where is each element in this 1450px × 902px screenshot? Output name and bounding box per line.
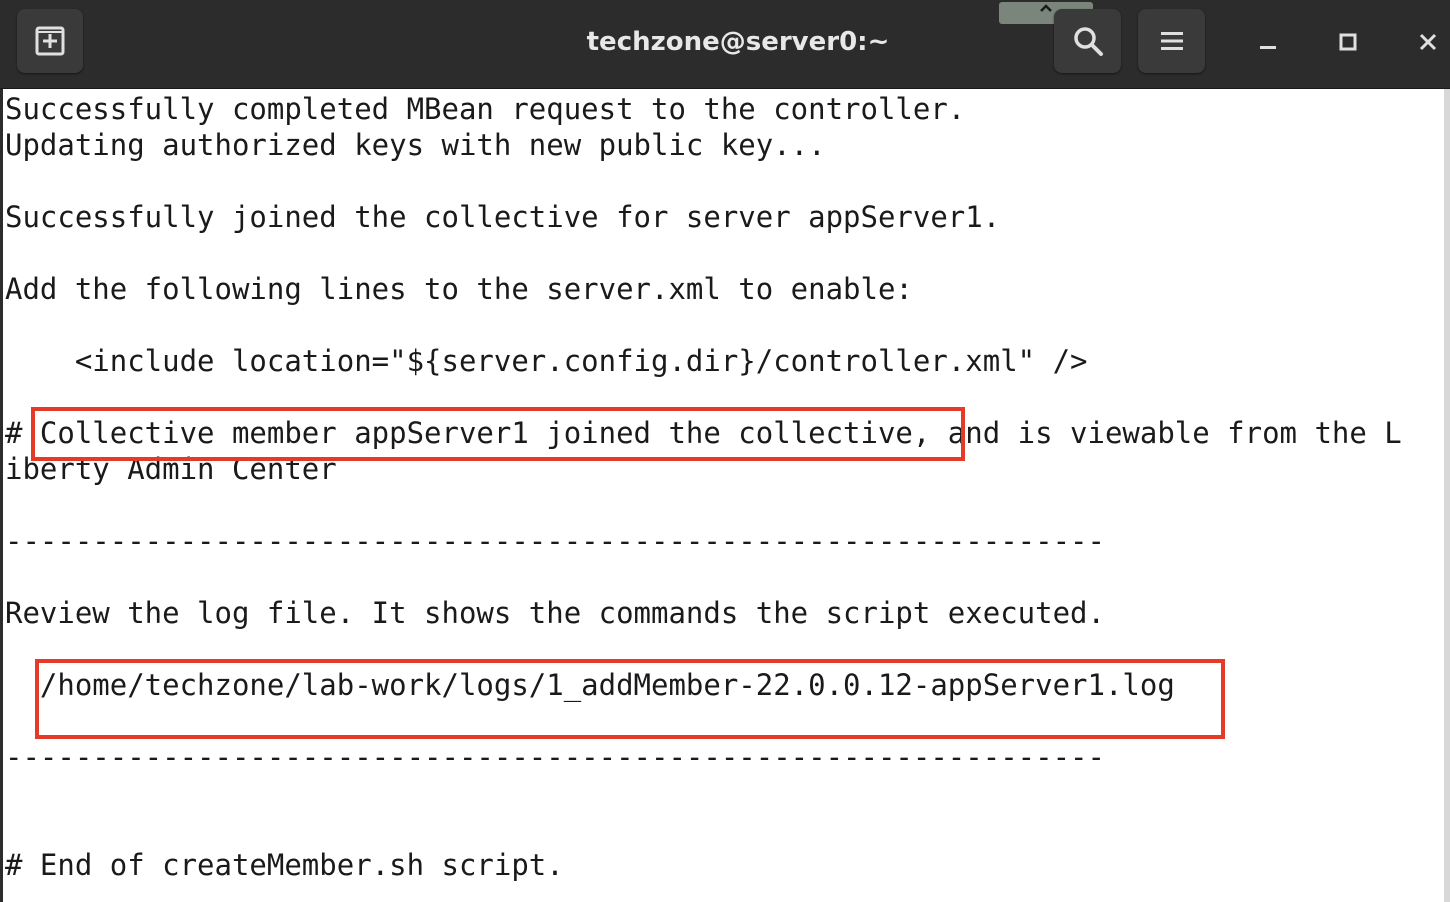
chevron-up-icon — [1040, 4, 1052, 12]
terminal-line: ----------------------------------------… — [5, 740, 1105, 774]
window-title: techzone@server0:~ — [586, 27, 890, 57]
search-button[interactable] — [1054, 9, 1121, 73]
highlight-box-collective-member — [31, 407, 965, 461]
close-icon — [1419, 33, 1437, 51]
terminal-line: Successfully joined the collective for s… — [5, 200, 1001, 234]
maximize-icon — [1339, 33, 1357, 51]
close-button[interactable] — [1408, 20, 1448, 64]
minimize-button[interactable] — [1248, 20, 1288, 64]
terminal-line: # End of createMember.sh script. — [5, 848, 564, 882]
search-icon — [1073, 27, 1103, 56]
new-tab-button[interactable] — [17, 9, 83, 73]
title-bar: techzone@server0:~ — [0, 0, 1450, 89]
new-tab-icon — [35, 26, 65, 56]
highlight-box-log-path — [35, 659, 1225, 739]
terminal-line: Updating authorized keys with new public… — [5, 128, 826, 162]
terminal-line: Add the following lines to the server.xm… — [5, 272, 913, 306]
scrollbar[interactable] — [1444, 89, 1450, 902]
terminal-line: <include location="${server.config.dir}/… — [5, 344, 1088, 378]
terminal-output[interactable]: Successfully completed MBean request to … — [0, 89, 1446, 902]
maximize-button[interactable] — [1328, 20, 1368, 64]
terminal-line: Successfully completed MBean request to … — [5, 92, 966, 126]
hamburger-menu-icon — [1160, 32, 1183, 50]
terminal-window: techzone@server0:~ Successfully complete… — [0, 0, 1450, 902]
menu-button[interactable] — [1138, 9, 1205, 73]
terminal-line: Review the log file. It shows the comman… — [5, 596, 1105, 630]
minimize-icon — [1260, 46, 1276, 49]
terminal-line: ----------------------------------------… — [5, 524, 1105, 558]
